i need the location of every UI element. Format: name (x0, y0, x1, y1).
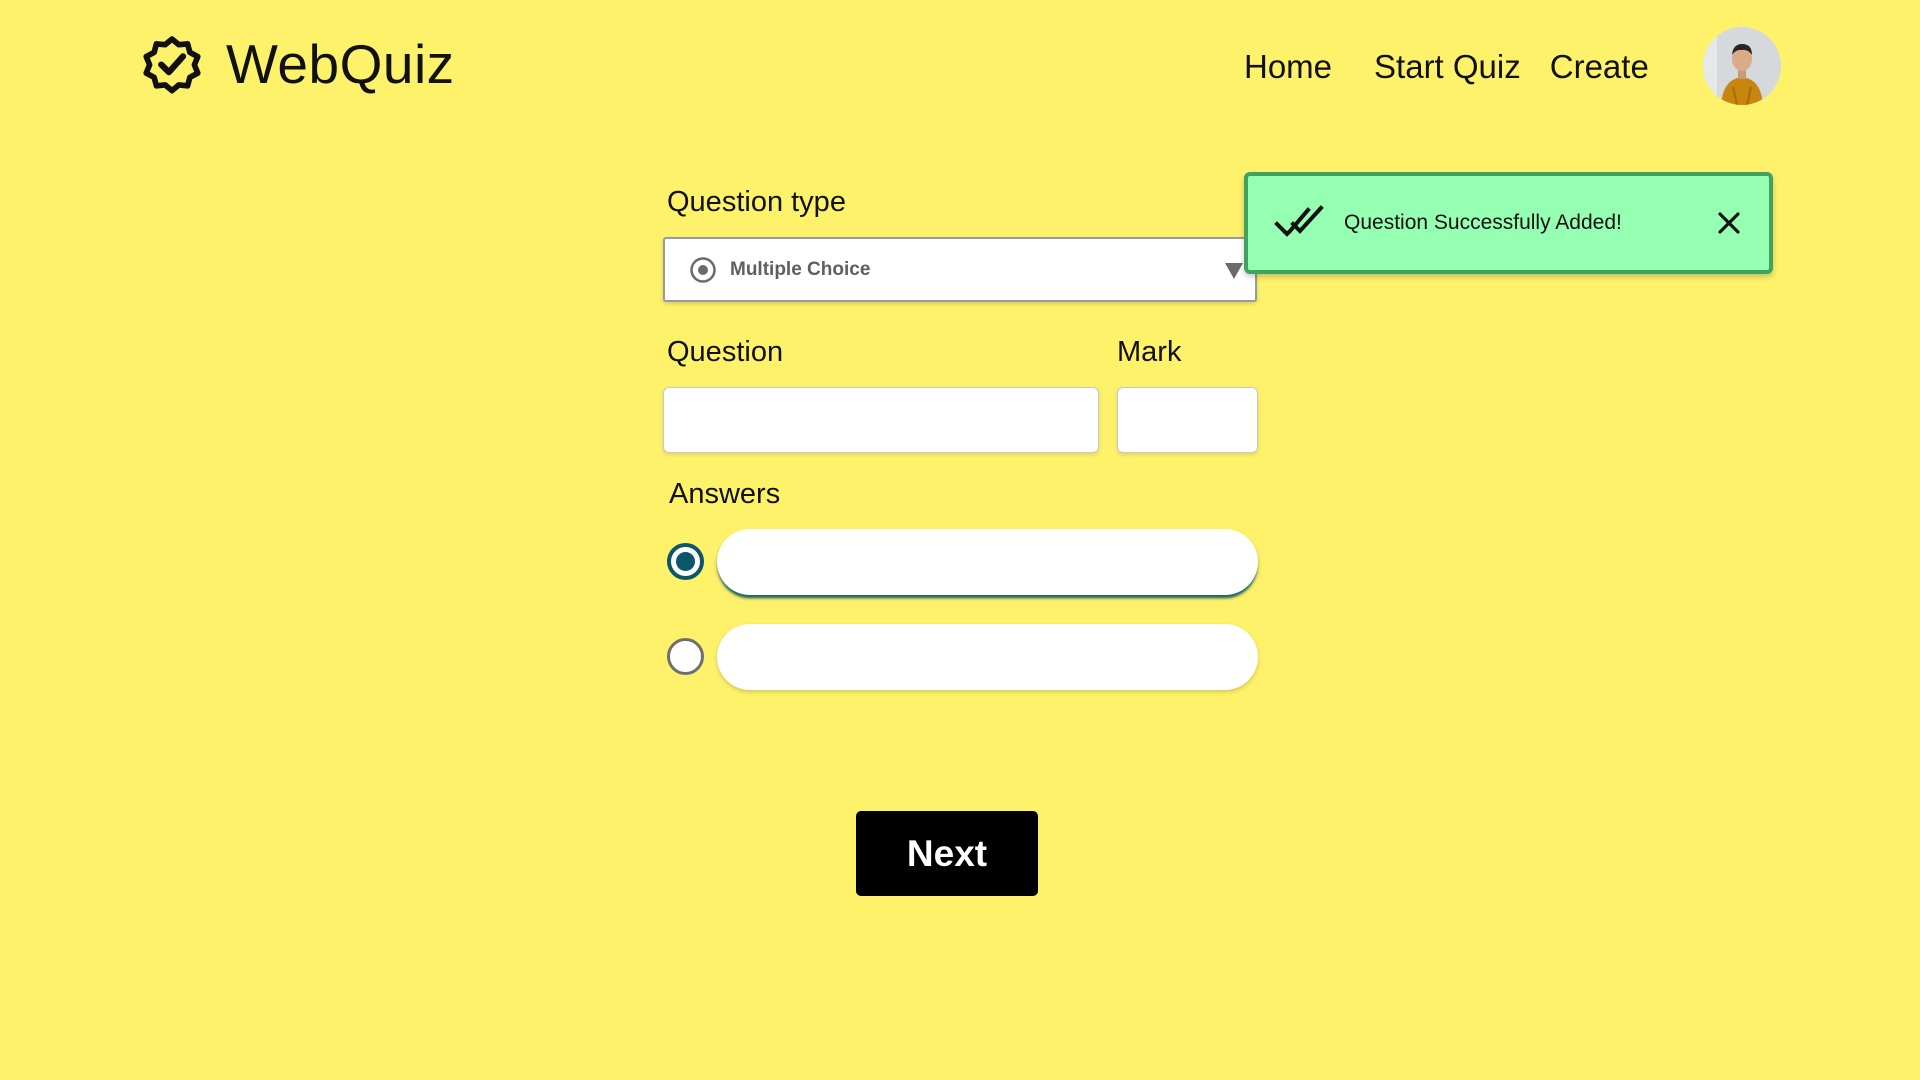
mark-input[interactable] (1117, 387, 1258, 453)
user-avatar[interactable] (1703, 27, 1781, 105)
answer-2-input[interactable] (717, 624, 1258, 690)
question-type-label: Question type (667, 186, 846, 218)
brand-logo[interactable]: WebQuiz (138, 30, 455, 98)
nav-start-quiz-link[interactable]: Start Quiz (1374, 48, 1521, 86)
verified-badge-icon (143, 36, 201, 94)
radio-button-icon (690, 256, 716, 283)
question-label: Question (667, 336, 784, 368)
toast-message: Question Successfully Added! (1344, 211, 1622, 234)
double-check-icon (1274, 205, 1324, 237)
question-type-value: Multiple Choice (730, 258, 871, 280)
close-icon[interactable] (1715, 209, 1743, 237)
main-nav: Home Start Quiz Create (1244, 44, 1649, 90)
question-type-select[interactable]: Multiple Choice (663, 237, 1257, 302)
answer-1-input[interactable] (717, 529, 1258, 595)
success-toast: Question Successfully Added! (1244, 172, 1773, 274)
caret-down-icon (1225, 263, 1243, 279)
answer-2-radio[interactable] (667, 638, 704, 675)
answer-1-radio[interactable] (667, 543, 704, 580)
brand-name: WebQuiz (226, 33, 455, 95)
avatar-photo (1703, 27, 1781, 105)
nav-home-link[interactable]: Home (1244, 48, 1332, 86)
next-button[interactable]: Next (856, 811, 1038, 896)
mark-label: Mark (1117, 336, 1182, 368)
answers-label: Answers (669, 478, 781, 510)
radio-selected-dot (676, 552, 695, 571)
nav-create-link[interactable]: Create (1550, 48, 1649, 86)
question-input[interactable] (663, 387, 1099, 453)
